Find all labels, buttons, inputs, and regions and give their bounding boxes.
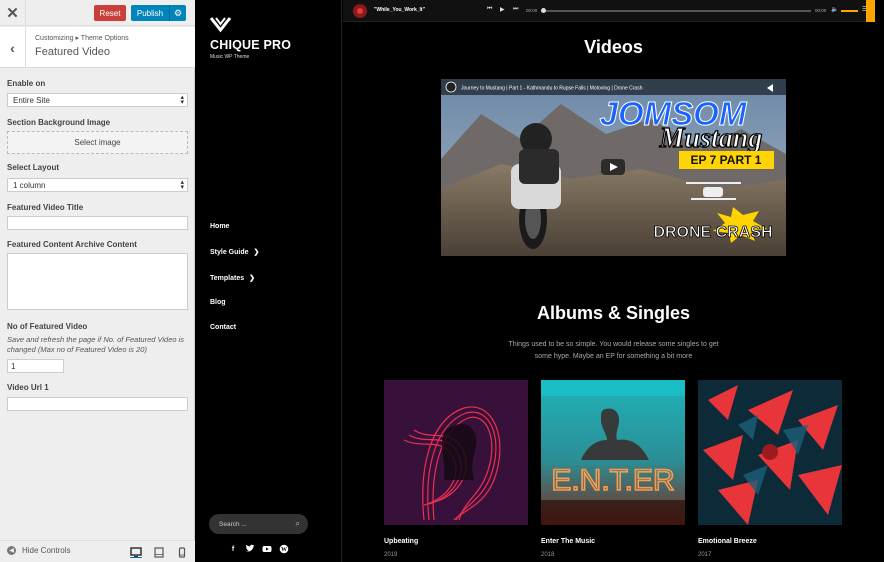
mobile-preview-icon[interactable] bbox=[176, 547, 188, 558]
close-icon[interactable]: ✕ bbox=[0, 0, 26, 26]
customizer-panel: ✕ Reset Publish ⚙ ‹ Customizing ▸ Theme … bbox=[0, 0, 195, 562]
breadcrumb: Customizing ▸ Theme Options bbox=[35, 35, 129, 42]
thumbnail-caption: DRONE CRASH bbox=[653, 224, 772, 241]
album-year: 2018 bbox=[541, 552, 555, 558]
chevron-right-icon: ❯ bbox=[253, 249, 260, 256]
layout-label: Select Layout bbox=[7, 163, 60, 172]
chique-logo-icon[interactable] bbox=[210, 16, 231, 33]
wordpress-icon[interactable]: W bbox=[279, 544, 289, 554]
section-title: Featured Video bbox=[35, 46, 111, 58]
select-arrows-icon: ▴ ▾ bbox=[180, 179, 184, 191]
svg-text:W: W bbox=[281, 547, 287, 553]
video-url-label: Video Url 1 bbox=[7, 383, 49, 392]
volume-slider[interactable] bbox=[841, 10, 858, 12]
enable-on-select[interactable]: Entire Site ▴ ▾ bbox=[7, 93, 188, 107]
menu-item-label: Contact bbox=[210, 324, 237, 331]
video-title-input[interactable] bbox=[7, 216, 188, 230]
cover-neon-text: E.N.T.ER bbox=[551, 464, 674, 497]
audio-player: "While_You_Work_It" ⏮ ▶ ⏭ 00:00 00:00 🔈 … bbox=[343, 0, 875, 22]
menu-item-label: Home bbox=[210, 223, 230, 230]
player-accent-bar bbox=[866, 0, 875, 22]
menu-item-label: Style Guide bbox=[210, 248, 249, 256]
archive-content-textarea[interactable] bbox=[7, 253, 188, 310]
album-artwork bbox=[698, 380, 842, 525]
layout-value: 1 column bbox=[13, 180, 46, 190]
next-track-icon[interactable]: ⏭ bbox=[513, 6, 518, 13]
chevron-right-icon: ❯ bbox=[249, 275, 255, 282]
track-artwork[interactable] bbox=[353, 4, 367, 18]
album-year: 2017 bbox=[698, 552, 712, 558]
album-cover-enter-the-music[interactable]: E.N.T.ER bbox=[541, 380, 685, 525]
album-title[interactable]: Emotional Breeze bbox=[698, 538, 757, 545]
album-cover-upbeating[interactable] bbox=[384, 380, 528, 525]
album-title[interactable]: Upbeating bbox=[384, 538, 418, 545]
menu-item-blog[interactable]: Blog bbox=[210, 299, 226, 306]
site-title[interactable]: CHIQUE PRO bbox=[210, 38, 291, 52]
featured-video-embed[interactable]: Journey to Mustang | Part 1 - Kathmandu … bbox=[441, 79, 786, 256]
album-year: 2019 bbox=[384, 552, 398, 558]
hide-controls-button[interactable]: ◀ Hide Controls bbox=[7, 546, 70, 555]
volume-icon[interactable]: 🔈 bbox=[831, 6, 838, 13]
search-placeholder: Search ... bbox=[219, 520, 247, 528]
video-title-label: Featured Video Title bbox=[7, 203, 84, 212]
videos-heading: Videos bbox=[584, 37, 643, 57]
video-count-note: Save and refresh the page if No. of Feat… bbox=[7, 335, 185, 354]
archive-content-label: Featured Content Archive Content bbox=[7, 240, 137, 249]
play-icon[interactable]: ▶ bbox=[500, 6, 505, 13]
twitter-icon[interactable] bbox=[245, 544, 255, 554]
video-thumbnail: Journey to Mustang | Part 1 - Kathmandu … bbox=[441, 79, 786, 256]
hide-controls-label: Hide Controls bbox=[22, 546, 71, 555]
desktop-preview-icon[interactable] bbox=[130, 547, 142, 558]
gear-icon[interactable]: ⚙ bbox=[169, 5, 186, 21]
video-embed-title: Journey to Mustang | Part 1 - Kathmandu … bbox=[461, 86, 643, 92]
menu-item-label: Templates bbox=[210, 274, 245, 282]
enable-on-label: Enable on bbox=[7, 79, 46, 88]
facebook-icon[interactable]: f bbox=[228, 544, 238, 554]
track-title: "While_You_Work_It" bbox=[374, 7, 425, 13]
menu-item-home[interactable]: Home bbox=[210, 223, 229, 230]
menu-item-label: Blog bbox=[210, 299, 226, 306]
seek-handle[interactable] bbox=[541, 8, 546, 13]
search-input[interactable]: Search ... ⌕ bbox=[209, 514, 308, 534]
album-artwork: E.N.T.ER bbox=[541, 380, 685, 525]
seek-bar[interactable] bbox=[541, 8, 811, 13]
publish-button[interactable]: Publish bbox=[131, 5, 169, 21]
bg-image-label: Section Background Image bbox=[7, 118, 111, 127]
video-count-input[interactable]: 1 bbox=[7, 359, 64, 373]
album-artwork bbox=[384, 380, 528, 525]
thumbnail-subheadline: Mustang bbox=[659, 123, 763, 154]
albums-heading: Albums & Singles bbox=[536, 303, 691, 323]
time-total: 00:00 bbox=[815, 8, 827, 13]
collapse-icon: ◀ bbox=[7, 546, 16, 555]
search-icon[interactable]: ⌕ bbox=[296, 519, 300, 529]
menu-item-style-guide[interactable]: Style Guide ❯ bbox=[210, 248, 260, 257]
section-header: ‹ Customizing ▸ Theme Options Featured V… bbox=[0, 27, 195, 68]
menu-item-templates[interactable]: Templates ❯ bbox=[210, 274, 255, 283]
site-tagline: Music WP Theme bbox=[210, 54, 250, 60]
menu-item-contact[interactable]: Contact bbox=[210, 324, 236, 331]
customizer-footer: ◀ Hide Controls bbox=[0, 540, 195, 562]
site-sidebar: CHIQUE PRO Music WP Theme Home Style Gui… bbox=[195, 0, 342, 562]
albums-intro: Things used to be so simple. You would r… bbox=[508, 341, 719, 360]
customizer-header: ✕ Reset Publish ⚙ bbox=[0, 0, 195, 26]
thumbnail-badge: EP 7 PART 1 bbox=[691, 153, 762, 167]
video-count-label: No of Featured Video bbox=[7, 322, 88, 331]
album-title[interactable]: Enter The Music bbox=[541, 538, 595, 545]
album-cover-emotional-breeze[interactable] bbox=[698, 380, 842, 525]
select-arrows-icon: ▴ ▾ bbox=[180, 94, 184, 106]
back-arrow-icon[interactable]: ‹ bbox=[0, 27, 26, 68]
time-elapsed: 00:00 bbox=[526, 8, 538, 13]
tablet-preview-icon[interactable] bbox=[153, 547, 165, 558]
layout-select[interactable]: 1 column ▴ ▾ bbox=[7, 178, 188, 192]
reset-button[interactable]: Reset bbox=[94, 5, 126, 21]
select-image-button[interactable]: Select image bbox=[7, 131, 188, 154]
site-main: "While_You_Work_It" ⏮ ▶ ⏭ 00:00 00:00 🔈 … bbox=[343, 0, 884, 562]
youtube-icon[interactable] bbox=[262, 544, 272, 554]
enable-on-value: Entire Site bbox=[13, 95, 50, 105]
video-url-input[interactable] bbox=[7, 397, 188, 411]
previous-track-icon[interactable]: ⏮ bbox=[487, 6, 492, 13]
